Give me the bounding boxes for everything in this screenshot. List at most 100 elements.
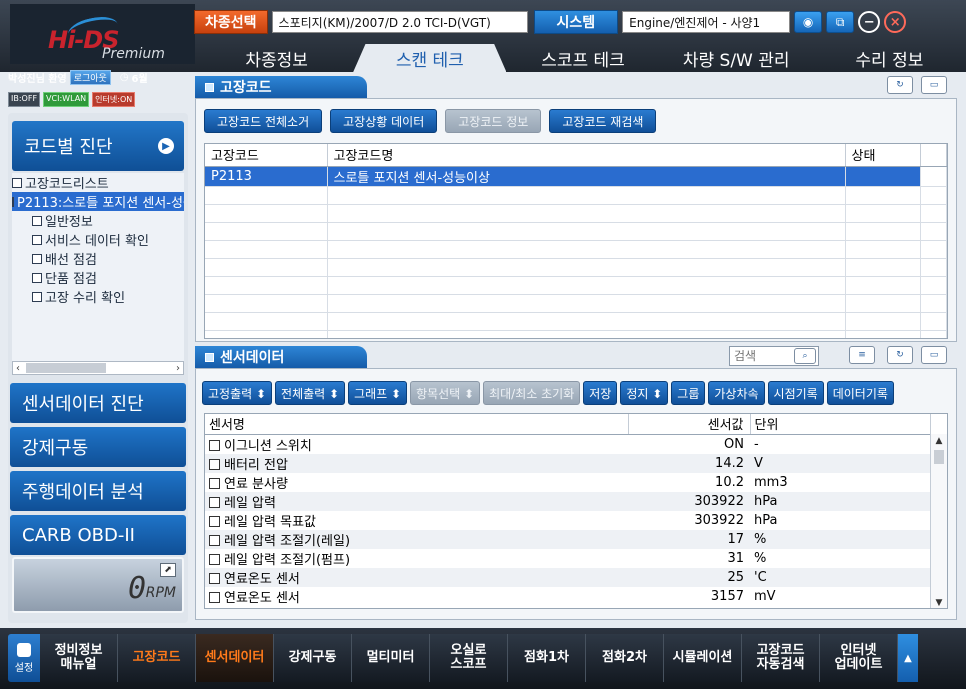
expand-icon[interactable]: ⬈ bbox=[160, 563, 176, 577]
chevron-up-icon[interactable]: ▲ bbox=[898, 634, 918, 682]
retry-icon[interactable]: ↻ bbox=[887, 76, 913, 94]
scroll-right-icon[interactable]: › bbox=[176, 363, 180, 374]
tab-repair-info[interactable]: 수리 정보 bbox=[813, 44, 966, 72]
bottom-nav-item[interactable]: 시뮬레이션 bbox=[664, 634, 742, 682]
panel-dot-icon bbox=[205, 352, 214, 362]
list-icon[interactable]: ≡ bbox=[849, 346, 875, 364]
sensor-col-unit[interactable]: 단위 bbox=[750, 414, 931, 435]
table-row[interactable]: P2113 스로틀 포지션 센서-성능이상 bbox=[205, 166, 947, 187]
table-row[interactable]: 레일 압력 303922 hPa bbox=[205, 491, 931, 511]
row-checkbox[interactable] bbox=[209, 496, 220, 508]
settings-button[interactable]: 설정 bbox=[8, 634, 40, 682]
sensor-vscrollbar[interactable]: ▲ ▼ bbox=[930, 434, 947, 608]
dtc-col-code[interactable]: 고장코드 bbox=[205, 144, 328, 167]
sensor-toolbar-button[interactable]: 전체출력 ⬍ bbox=[275, 381, 346, 405]
minimize-icon[interactable]: − bbox=[858, 11, 881, 33]
system-field[interactable]: Engine/엔진제어 - 사양1 bbox=[622, 11, 791, 33]
code-diagnosis-button[interactable]: 코드별 진단 ▶ bbox=[12, 121, 184, 171]
row-checkbox[interactable] bbox=[209, 439, 220, 451]
row-checkbox[interactable] bbox=[209, 591, 220, 603]
table-row[interactable]: 배터리 전압 14.2 V bbox=[205, 453, 931, 473]
sensor-panel-title: 센서데이터 bbox=[220, 350, 285, 366]
sensor-name: 이그니션 스위치 bbox=[224, 438, 312, 454]
bottom-nav-item[interactable]: 인터넷 업데이트 bbox=[820, 634, 898, 682]
sensor-toolbar-button[interactable]: 가상차속 bbox=[708, 381, 765, 405]
tree-hscrollbar[interactable]: ‹ › bbox=[12, 361, 184, 375]
sensor-toolbar-button[interactable]: 고정출력 ⬍ bbox=[202, 381, 273, 405]
tab-sw-management[interactable]: 차량 S/W 관리 bbox=[660, 44, 813, 72]
forced-drive-button[interactable]: 강제구동 bbox=[10, 427, 186, 467]
vehicle-field[interactable]: 스포티지(KM)/2007/D 2.0 TCI-D(VGT) bbox=[271, 11, 528, 33]
dtc-table: 고장코드 고장코드명 상태 P2113 스로틀 포지션 센서-성능이상 bbox=[205, 144, 947, 338]
scroll-down-icon[interactable]: ▼ bbox=[931, 596, 947, 608]
sensor-col-value[interactable]: 센서값 bbox=[628, 414, 751, 435]
sensor-unit: V bbox=[750, 453, 931, 473]
tree-item[interactable]: 고장코드리스트 bbox=[12, 173, 184, 192]
bottom-nav-item[interactable]: 오실로 스코프 bbox=[430, 634, 508, 682]
bottom-nav-item[interactable]: 점화2차 bbox=[586, 634, 664, 682]
dtc-col-name[interactable]: 고장코드명 bbox=[327, 144, 846, 167]
table-row[interactable]: 레일 압력 조절기(펌프) 31% bbox=[205, 549, 931, 568]
tree-item[interactable]: P2113:스로틀 포지션 센서-성능이상 bbox=[12, 192, 184, 211]
table-row[interactable]: 연료온도 센서 25 'C bbox=[205, 567, 931, 587]
sensor-toolbar-button[interactable]: 그룹 bbox=[671, 381, 706, 405]
bottom-nav-item[interactable]: 고장코드 자동검색 bbox=[742, 634, 820, 682]
sensor-toolbar-button[interactable]: 그래프 ⬍ bbox=[348, 381, 408, 405]
dtc-toolbar-button[interactable]: 고장코드 재검색 bbox=[549, 109, 657, 133]
tree-item[interactable]: 서비스 데이터 확인 bbox=[12, 230, 184, 249]
sensor-col-name[interactable]: 센서명 bbox=[205, 414, 629, 435]
bottom-nav-item[interactable]: 점화1차 bbox=[508, 634, 586, 682]
empty-row bbox=[205, 240, 947, 259]
panel-dot-icon bbox=[205, 82, 214, 92]
table-row[interactable]: 레일 압력 조절기(레일) 17% bbox=[205, 529, 931, 549]
dtc-col-status[interactable]: 상태 bbox=[845, 144, 921, 167]
carb-obd-button[interactable]: CARB OBD-II bbox=[10, 515, 186, 555]
driving-data-button[interactable]: 주행데이터 분석 bbox=[10, 471, 186, 511]
sensor-search-input[interactable] bbox=[730, 349, 794, 363]
row-checkbox[interactable] bbox=[209, 534, 220, 546]
bottom-nav-item[interactable]: 강제구동 bbox=[274, 634, 352, 682]
tree-item[interactable]: 단품 점검 bbox=[12, 268, 184, 287]
maximize-icon[interactable]: ▭ bbox=[921, 76, 947, 94]
sensor-toolbar-button[interactable]: 저장 bbox=[583, 381, 618, 405]
sensor-toolbar-button[interactable]: 정지 ⬍ bbox=[620, 381, 669, 405]
row-checkbox[interactable] bbox=[209, 553, 220, 565]
tree-item-label: 배선 점검 bbox=[45, 253, 97, 268]
bottom-nav-item[interactable]: 센서데이터 bbox=[196, 634, 274, 682]
document-icon bbox=[32, 215, 42, 226]
bottom-nav-item[interactable]: 멀티미터 bbox=[352, 634, 430, 682]
row-checkbox[interactable] bbox=[209, 572, 220, 584]
capture-icon[interactable]: ◉ bbox=[794, 11, 823, 33]
window-icon[interactable]: ⧉ bbox=[826, 11, 855, 33]
tree-item[interactable]: 배선 점검 bbox=[12, 249, 184, 268]
sensor-diagnosis-button[interactable]: 센서데이터 진단 bbox=[10, 383, 186, 423]
sensor-toolbar-button[interactable]: 시점기록 bbox=[767, 381, 824, 405]
tab-scan-tech[interactable]: 스캔 테크 bbox=[353, 44, 507, 72]
tree-item[interactable]: 고장 수리 확인 bbox=[12, 287, 184, 306]
retry-icon[interactable]: ↻ bbox=[887, 346, 913, 364]
vehicle-select-button[interactable]: 차종선택 bbox=[194, 10, 268, 34]
logout-button[interactable]: 로그아웃 bbox=[69, 69, 111, 85]
row-checkbox[interactable] bbox=[209, 515, 220, 527]
row-checkbox[interactable] bbox=[209, 477, 220, 489]
tree-item[interactable]: 일반정보 bbox=[12, 211, 184, 230]
tab-vehicle-info[interactable]: 차종정보 bbox=[200, 44, 353, 72]
table-row[interactable]: 레일 압력 목표값 303922 hPa bbox=[205, 511, 931, 530]
table-row[interactable]: 연료온도 센서 3157 mV bbox=[205, 587, 931, 606]
scroll-up-icon[interactable]: ▲ bbox=[931, 434, 947, 448]
bottom-nav-item[interactable]: 정비정보 매뉴얼 bbox=[40, 634, 118, 682]
sensor-toolbar-button[interactable]: 데이터기록 bbox=[826, 381, 894, 405]
dtc-toolbar-button[interactable]: 고장코드 전체소거 bbox=[204, 109, 323, 133]
system-button[interactable]: 시스템 bbox=[533, 10, 619, 34]
scroll-left-icon[interactable]: ‹ bbox=[16, 363, 20, 374]
close-icon[interactable]: × bbox=[884, 11, 907, 33]
maximize-icon[interactable]: ▭ bbox=[921, 346, 947, 364]
table-row[interactable]: 연료 분사량 10.2 mm3 bbox=[205, 473, 931, 492]
table-row[interactable]: 이그니션 스위치 ON - bbox=[205, 434, 931, 454]
dtc-toolbar-button[interactable]: 고장상황 데이터 bbox=[330, 109, 438, 133]
row-checkbox[interactable] bbox=[209, 458, 220, 470]
tab-scope-tech[interactable]: 스코프 테크 bbox=[506, 44, 659, 72]
code-diagnosis-label: 코드별 진단 bbox=[24, 137, 113, 158]
search-icon[interactable]: ⌕ bbox=[794, 348, 816, 364]
bottom-nav-item[interactable]: 고장코드 bbox=[118, 634, 196, 682]
